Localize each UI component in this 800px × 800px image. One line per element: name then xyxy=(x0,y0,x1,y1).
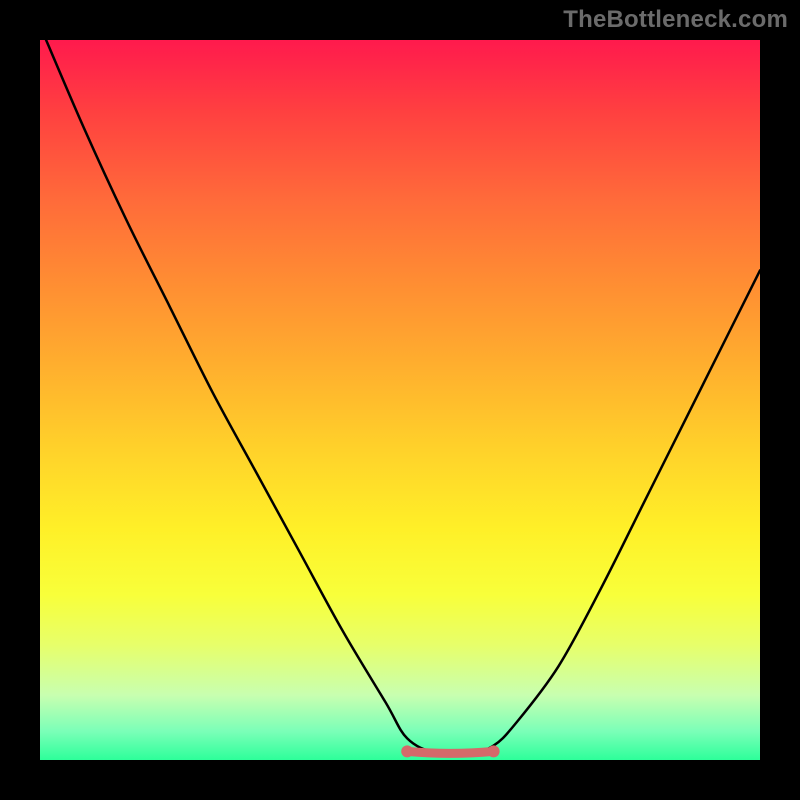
plot-area xyxy=(40,40,760,760)
flat-segment-dot-right xyxy=(488,745,500,757)
bottleneck-curve xyxy=(40,40,760,760)
watermark-text: TheBottleneck.com xyxy=(563,6,788,34)
chart-frame: TheBottleneck.com xyxy=(0,0,800,800)
flat-segment xyxy=(407,751,493,753)
curve-path xyxy=(40,26,760,755)
flat-segment-dot-left xyxy=(401,745,413,757)
